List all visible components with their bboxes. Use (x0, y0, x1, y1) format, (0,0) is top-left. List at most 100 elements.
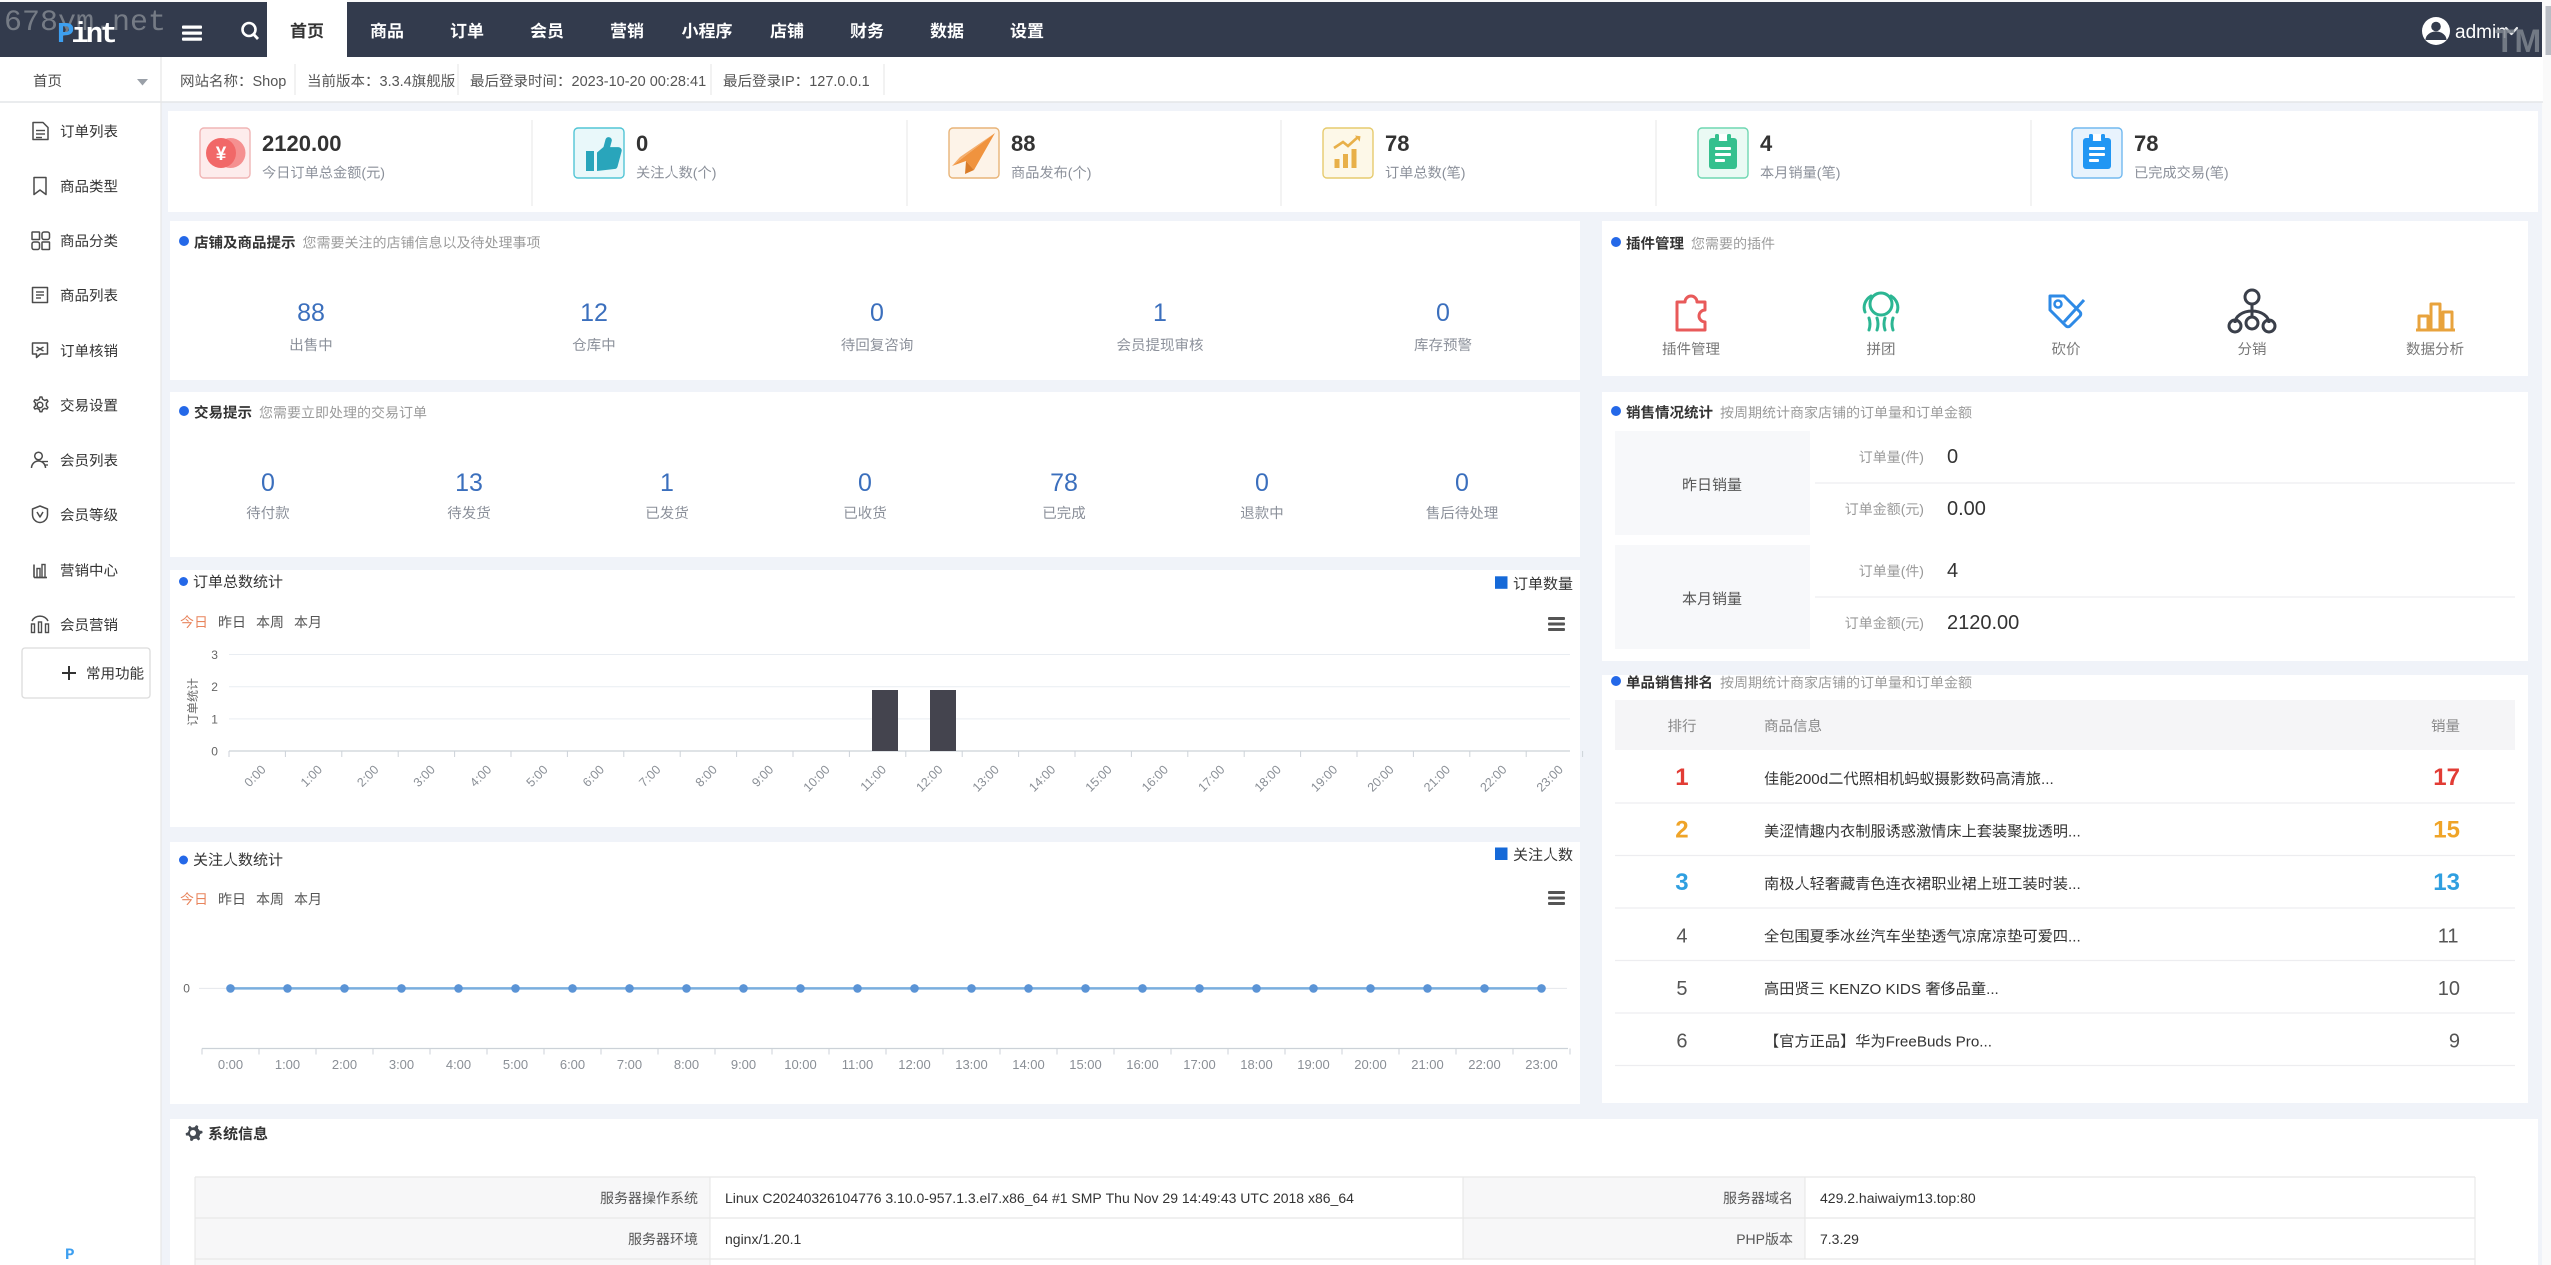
svg-text:...: ... (1986, 981, 1999, 998)
svg-text:88: 88 (1011, 131, 1035, 156)
svg-text:4: 4 (1947, 560, 1958, 582)
svg-text:1: 1 (1153, 299, 1167, 327)
svg-text:19:00: 19:00 (1297, 1057, 1330, 1072)
svg-text:0: 0 (870, 299, 884, 327)
svg-text:Pint: Pint (57, 18, 115, 51)
svg-text:P: P (65, 1246, 75, 1264)
svg-text:): ) (1461, 166, 1466, 182)
svg-text:4:00: 4:00 (446, 1057, 471, 1072)
svg-text:21:00: 21:00 (1411, 1057, 1444, 1072)
svg-text:0: 0 (858, 469, 872, 497)
svg-text:): ) (1836, 166, 1841, 182)
svg-text:78: 78 (2134, 131, 2158, 156)
svg-text:nginx/1.20.1: nginx/1.20.1 (725, 1231, 801, 1247)
svg-text:1: 1 (211, 712, 218, 726)
svg-text:10: 10 (2438, 978, 2460, 1000)
svg-text:7:00: 7:00 (617, 1057, 642, 1072)
svg-text:): ) (1919, 501, 1924, 517)
svg-text:1:00: 1:00 (275, 1057, 300, 1072)
svg-text:88: 88 (297, 299, 325, 327)
svg-text:): ) (1919, 563, 1924, 579)
svg-text:12: 12 (580, 299, 608, 327)
svg-text:): ) (1919, 449, 1924, 465)
svg-text:5: 5 (1676, 978, 1687, 1000)
svg-text:18:00: 18:00 (1240, 1057, 1273, 1072)
svg-text:2023-10-20 00:28:41: 2023-10-20 00:28:41 (572, 74, 707, 90)
svg-text:...: ... (2068, 929, 2081, 946)
svg-text:(: ( (1068, 166, 1073, 182)
svg-text:3: 3 (211, 648, 218, 662)
svg-text:4: 4 (1676, 926, 1687, 948)
svg-text:78: 78 (1050, 469, 1078, 497)
svg-text:12:00: 12:00 (898, 1057, 931, 1072)
svg-text:15: 15 (2433, 817, 2460, 844)
svg-text:(: ( (2205, 166, 2210, 182)
svg-text:Linux C20240326104776 3.10.0-9: Linux C20240326104776 3.10.0-957.1.3.el7… (725, 1190, 1354, 1206)
svg-text:9: 9 (2449, 1031, 2460, 1053)
svg-text:8:00: 8:00 (674, 1057, 699, 1072)
svg-text:(: ( (693, 166, 698, 182)
svg-text:3:00: 3:00 (389, 1057, 414, 1072)
svg-text:KENZO KIDS: KENZO KIDS (1825, 981, 1925, 998)
svg-text:200d: 200d (1794, 771, 1828, 788)
svg-text:11: 11 (2438, 926, 2459, 948)
svg-text:(: ( (1442, 166, 1447, 182)
svg-text:FreeBuds Pro...: FreeBuds Pro... (1886, 1034, 1992, 1051)
svg-text:...: ... (2041, 771, 2054, 788)
svg-text:1: 1 (660, 469, 674, 497)
svg-text:): ) (712, 166, 717, 182)
svg-text:23:00: 23:00 (1525, 1057, 1558, 1072)
svg-text:6: 6 (1676, 1031, 1687, 1053)
svg-text:3.3.4: 3.3.4 (380, 74, 412, 90)
svg-text:3: 3 (1675, 869, 1688, 896)
svg-text:11:00: 11:00 (842, 1057, 874, 1072)
svg-text:(: ( (1901, 615, 1906, 631)
svg-text:6:00: 6:00 (560, 1057, 585, 1072)
svg-text:13: 13 (2433, 869, 2460, 896)
svg-text:4: 4 (1760, 131, 1773, 156)
svg-text:1: 1 (1675, 764, 1688, 791)
svg-text:10:00: 10:00 (784, 1057, 817, 1072)
svg-text:¥: ¥ (216, 144, 227, 165)
svg-text:13: 13 (455, 469, 483, 497)
svg-text:13:00: 13:00 (955, 1057, 988, 1072)
svg-text:0: 0 (1436, 299, 1450, 327)
svg-text:(: ( (361, 166, 366, 182)
svg-text:15:00: 15:00 (1069, 1057, 1102, 1072)
svg-text:...: ... (2068, 876, 2081, 893)
svg-text:): ) (2224, 166, 2229, 182)
svg-text:(: ( (1901, 563, 1906, 579)
svg-text:(: ( (1817, 166, 1822, 182)
svg-text:2: 2 (211, 680, 218, 694)
svg-text:2120.00: 2120.00 (262, 131, 342, 156)
svg-text:20:00: 20:00 (1354, 1057, 1387, 1072)
svg-text:PHP: PHP (1736, 1231, 1765, 1247)
svg-text:127.0.0.1: 127.0.0.1 (809, 74, 869, 90)
svg-text:0: 0 (211, 745, 218, 759)
svg-text:0: 0 (183, 982, 190, 996)
svg-text:(: ( (1901, 501, 1906, 517)
svg-text:17:00: 17:00 (1183, 1057, 1216, 1072)
svg-text:...: ... (2068, 824, 2081, 841)
svg-text:0: 0 (1255, 469, 1269, 497)
svg-text:0:00: 0:00 (218, 1057, 243, 1072)
svg-text:): ) (380, 166, 385, 182)
svg-text:TM: TM (2495, 23, 2541, 59)
svg-text:IP: IP (781, 74, 795, 90)
svg-text:22:00: 22:00 (1468, 1057, 1501, 1072)
svg-text:5:00: 5:00 (503, 1057, 528, 1072)
svg-text:2: 2 (1675, 817, 1688, 844)
svg-text:14:00: 14:00 (1012, 1057, 1045, 1072)
svg-text:0: 0 (1455, 469, 1469, 497)
svg-text:(: ( (1901, 449, 1906, 465)
svg-text:16:00: 16:00 (1126, 1057, 1159, 1072)
svg-text:Shop: Shop (253, 74, 287, 90)
svg-text:7.3.29: 7.3.29 (1820, 1231, 1859, 1247)
svg-text:0: 0 (1947, 446, 1958, 468)
svg-text:17: 17 (2433, 764, 2460, 791)
svg-text:0: 0 (261, 469, 275, 497)
svg-text:429.2.haiwaiym13.top:80: 429.2.haiwaiym13.top:80 (1820, 1190, 1976, 1206)
svg-text:2:00: 2:00 (332, 1057, 357, 1072)
svg-text:2120.00: 2120.00 (1947, 612, 2019, 634)
svg-text:78: 78 (1385, 131, 1409, 156)
